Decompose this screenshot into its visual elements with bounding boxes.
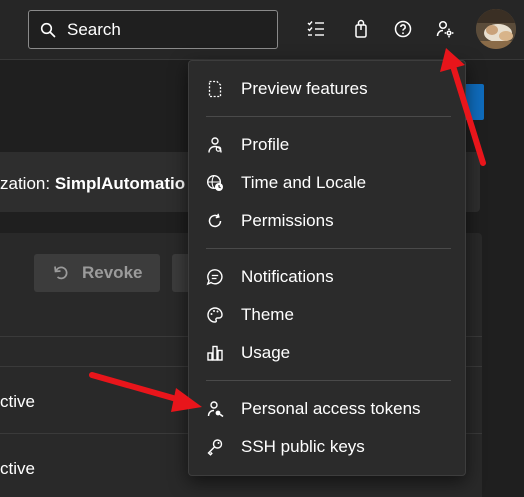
revoke-label: Revoke (82, 263, 143, 282)
preview-document-icon (208, 80, 222, 98)
search-box[interactable] (28, 10, 278, 49)
page: zation: SimplAutomatio Revoke ctive ctiv… (0, 0, 524, 497)
menu-item-theme[interactable]: Theme (189, 297, 465, 333)
menu-item-label: Permissions (241, 211, 334, 230)
shopping-bag-icon (355, 19, 367, 38)
search-icon (40, 22, 56, 38)
marketplace-button[interactable] (348, 16, 374, 42)
checklist-icon (307, 21, 324, 36)
key-icon (207, 439, 223, 456)
undo-icon (54, 266, 68, 280)
checklist-button[interactable] (303, 16, 329, 42)
chat-bubble-icon (206, 269, 223, 286)
menu-item-preview-features[interactable]: Preview features (189, 71, 465, 107)
menu-item-label: Time and Locale (241, 173, 367, 192)
user-settings-icon (436, 20, 454, 38)
menu-item-label: Profile (241, 135, 290, 154)
menu-item-personal-access-tokens[interactable]: Personal access tokens (189, 391, 465, 427)
menu-item-profile[interactable]: Profile (189, 127, 465, 163)
primary-action-button[interactable] (464, 84, 484, 120)
help-button[interactable] (390, 16, 416, 42)
menu-item-label: Personal access tokens (241, 399, 421, 418)
menu-item-label: Theme (241, 305, 294, 324)
token-status: ctive (0, 392, 35, 411)
menu-item-label: Notifications (241, 267, 334, 286)
user-settings-menu: Preview features Profile Time and Locale (188, 60, 466, 476)
token-status: ctive (0, 459, 35, 478)
person-key-icon (207, 401, 224, 418)
menu-item-label: Preview features (241, 79, 368, 98)
globe-clock-icon (206, 174, 223, 191)
menu-item-permissions[interactable]: Permissions (189, 203, 465, 239)
menu-item-label: SSH public keys (241, 437, 365, 456)
menu-item-notifications[interactable]: Notifications (189, 259, 465, 295)
avatar-image (476, 9, 516, 49)
help-icon (394, 20, 412, 38)
menu-divider (206, 248, 451, 249)
menu-divider (206, 116, 451, 117)
refresh-icon (208, 213, 222, 228)
menu-item-ssh-public-keys[interactable]: SSH public keys (189, 429, 465, 465)
bar-chart-icon (207, 345, 223, 361)
user-settings-button[interactable] (432, 16, 458, 42)
menu-divider (206, 380, 451, 381)
palette-icon (207, 307, 223, 323)
avatar[interactable] (476, 9, 516, 49)
top-bar (0, 0, 524, 60)
revoke-button[interactable]: Revoke (34, 254, 160, 292)
menu-item-time-and-locale[interactable]: Time and Locale (189, 165, 465, 201)
organization-label: zation: SimplAutomatio (0, 174, 186, 193)
search-input[interactable] (67, 11, 267, 48)
menu-item-label: Usage (241, 343, 291, 362)
menu-item-usage[interactable]: Usage (189, 335, 465, 371)
profile-icon (208, 137, 222, 153)
organization-name: SimplAutomatio (54, 174, 186, 193)
